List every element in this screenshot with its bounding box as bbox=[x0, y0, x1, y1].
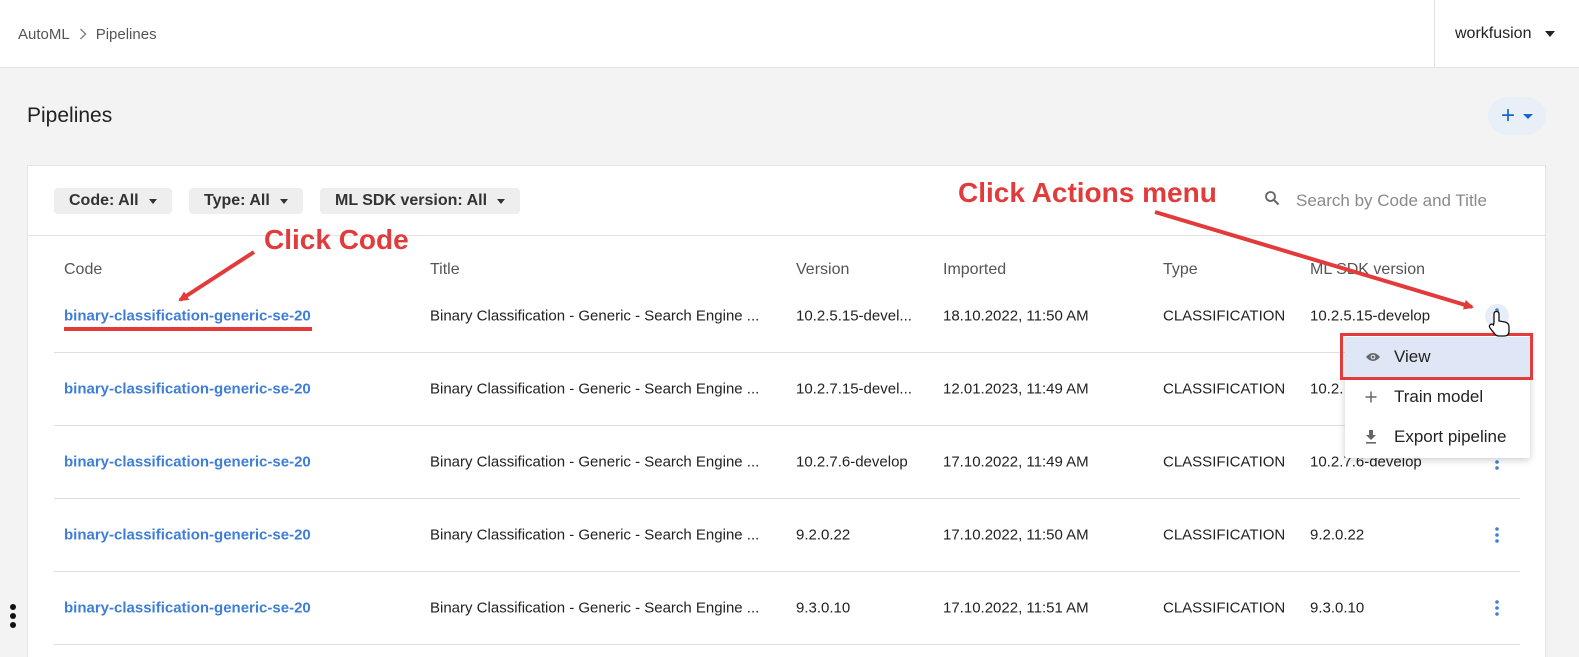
pipeline-code-link[interactable]: binary-classification-generic-se-20 bbox=[64, 381, 311, 398]
row-actions-kebab-icon[interactable] bbox=[1485, 304, 1509, 328]
pipeline-type: CLASSIFICATION bbox=[1163, 380, 1286, 398]
table-row: binary-classification-generic-se-20 Bina… bbox=[54, 572, 1520, 645]
page-title: Pipelines bbox=[27, 104, 113, 127]
filter-code-label: Code: All bbox=[69, 192, 139, 209]
user-name: workfusion bbox=[1455, 25, 1532, 42]
breadcrumb-automl[interactable]: AutoML bbox=[18, 26, 70, 43]
caret-down-icon bbox=[1545, 31, 1556, 37]
filters-bar: Code: All Type: All ML SDK version: All bbox=[28, 166, 1545, 236]
filter-ml-sdk-version[interactable]: ML SDK version: All bbox=[320, 188, 521, 214]
pipeline-version: 9.2.0.22 bbox=[796, 526, 851, 544]
pipeline-imported: 17.10.2022, 11:49 AM bbox=[943, 453, 1089, 471]
pipeline-title: Binary Classification - Generic - Search… bbox=[430, 380, 760, 398]
menu-item-train-model[interactable]: Train model bbox=[1345, 377, 1530, 417]
breadcrumb: AutoML Pipelines bbox=[18, 26, 157, 43]
filter-type[interactable]: Type: All bbox=[189, 188, 303, 214]
row-actions-menu: View Train model Export pipeline bbox=[1345, 333, 1530, 458]
column-header-title[interactable]: Title bbox=[430, 261, 460, 279]
pipeline-title: Binary Classification - Generic - Search… bbox=[430, 307, 760, 325]
pipeline-version: 10.2.7.6-develop bbox=[796, 453, 908, 471]
table-row: binary-classification-generic-se-20 Bina… bbox=[54, 426, 1520, 499]
row-actions-kebab-icon[interactable] bbox=[1485, 596, 1509, 620]
pipeline-sdk-version: 9.3.0.10 bbox=[1310, 599, 1365, 617]
pipeline-code-link[interactable]: binary-classification-generic-se-20 bbox=[64, 308, 311, 325]
annotation-click-code: Click Code bbox=[264, 224, 409, 255]
caret-down-icon bbox=[148, 198, 157, 204]
add-pipeline-button[interactable]: + bbox=[1488, 97, 1546, 135]
pipeline-title: Binary Classification - Generic - Search… bbox=[430, 453, 760, 471]
user-menu[interactable]: workfusion bbox=[1434, 0, 1579, 68]
top-bar: AutoML Pipelines workfusion bbox=[0, 0, 1579, 68]
filter-ml-sdk-label: ML SDK version: All bbox=[335, 192, 488, 209]
pipeline-imported: 17.10.2022, 11:50 AM bbox=[943, 526, 1089, 544]
pipeline-code-link[interactable]: binary-classification-generic-se-20 bbox=[64, 454, 311, 471]
menu-item-export-pipeline-label: Export pipeline bbox=[1394, 427, 1507, 446]
search-input[interactable] bbox=[1296, 190, 1526, 211]
column-header-imported[interactable]: Imported bbox=[943, 261, 1006, 279]
filter-type-label: Type: All bbox=[204, 192, 270, 209]
table-row: binary-classification-generic-se-20 Bina… bbox=[54, 280, 1520, 353]
pipeline-version: 10.2.7.15-devel... bbox=[796, 380, 912, 398]
pipeline-version: 10.2.5.15-devel... bbox=[796, 307, 912, 325]
pipeline-code-link[interactable]: binary-classification-generic-se-20 bbox=[64, 600, 311, 617]
caret-down-icon bbox=[497, 198, 506, 204]
pipeline-code-link[interactable]: binary-classification-generic-se-20 bbox=[64, 527, 311, 544]
chevron-right-icon bbox=[79, 27, 87, 43]
column-header-code[interactable]: Code bbox=[64, 261, 102, 279]
pipeline-title: Binary Classification - Generic - Search… bbox=[430, 526, 760, 544]
pipeline-type: CLASSIFICATION bbox=[1163, 453, 1286, 471]
download-icon bbox=[1365, 430, 1377, 444]
more-vert-icon[interactable] bbox=[9, 604, 17, 633]
pipeline-imported: 12.01.2023, 11:49 AM bbox=[943, 380, 1089, 398]
table-row: binary-classification-generic-se-20 Bina… bbox=[54, 353, 1520, 426]
column-header-ml-sdk-version[interactable]: ML SDK version bbox=[1310, 261, 1425, 279]
menu-item-view-label: View bbox=[1394, 347, 1431, 366]
pipeline-sdk-version: 9.2.0.22 bbox=[1310, 526, 1365, 544]
pipeline-title: Binary Classification - Generic - Search… bbox=[430, 599, 760, 617]
pipeline-type: CLASSIFICATION bbox=[1163, 526, 1286, 544]
plus-icon bbox=[1365, 391, 1377, 403]
pipeline-type: CLASSIFICATION bbox=[1163, 599, 1286, 617]
menu-item-view[interactable]: View bbox=[1345, 337, 1530, 377]
pipeline-sdk-version: 10.2. bbox=[1310, 380, 1344, 398]
search-icon bbox=[1264, 190, 1280, 211]
filter-code[interactable]: Code: All bbox=[54, 188, 172, 214]
eye-icon bbox=[1365, 351, 1381, 363]
plus-icon: + bbox=[1500, 102, 1515, 129]
column-header-type[interactable]: Type bbox=[1163, 261, 1198, 279]
pipeline-version: 9.3.0.10 bbox=[796, 599, 851, 617]
caret-down-icon bbox=[279, 198, 288, 204]
pipelines-panel: Code: All Type: All ML SDK version: All … bbox=[27, 165, 1546, 657]
pipeline-sdk-version: 10.2.5.15-develop bbox=[1310, 307, 1431, 325]
pipeline-type: CLASSIFICATION bbox=[1163, 307, 1286, 325]
breadcrumb-pipelines[interactable]: Pipelines bbox=[96, 26, 157, 43]
menu-item-export-pipeline[interactable]: Export pipeline bbox=[1345, 417, 1530, 457]
column-header-version[interactable]: Version bbox=[796, 261, 849, 279]
search-box bbox=[1264, 190, 1526, 211]
caret-down-icon bbox=[1523, 113, 1533, 119]
table-row: binary-classification-generic-se-20 Bina… bbox=[54, 499, 1520, 572]
menu-item-train-model-label: Train model bbox=[1394, 387, 1484, 406]
row-actions-kebab-icon[interactable] bbox=[1485, 523, 1509, 547]
pipeline-imported: 18.10.2022, 11:50 AM bbox=[943, 307, 1089, 325]
annotation-click-actions-menu: Click Actions menu bbox=[958, 177, 1217, 208]
pipeline-imported: 17.10.2022, 11:51 AM bbox=[943, 599, 1089, 617]
